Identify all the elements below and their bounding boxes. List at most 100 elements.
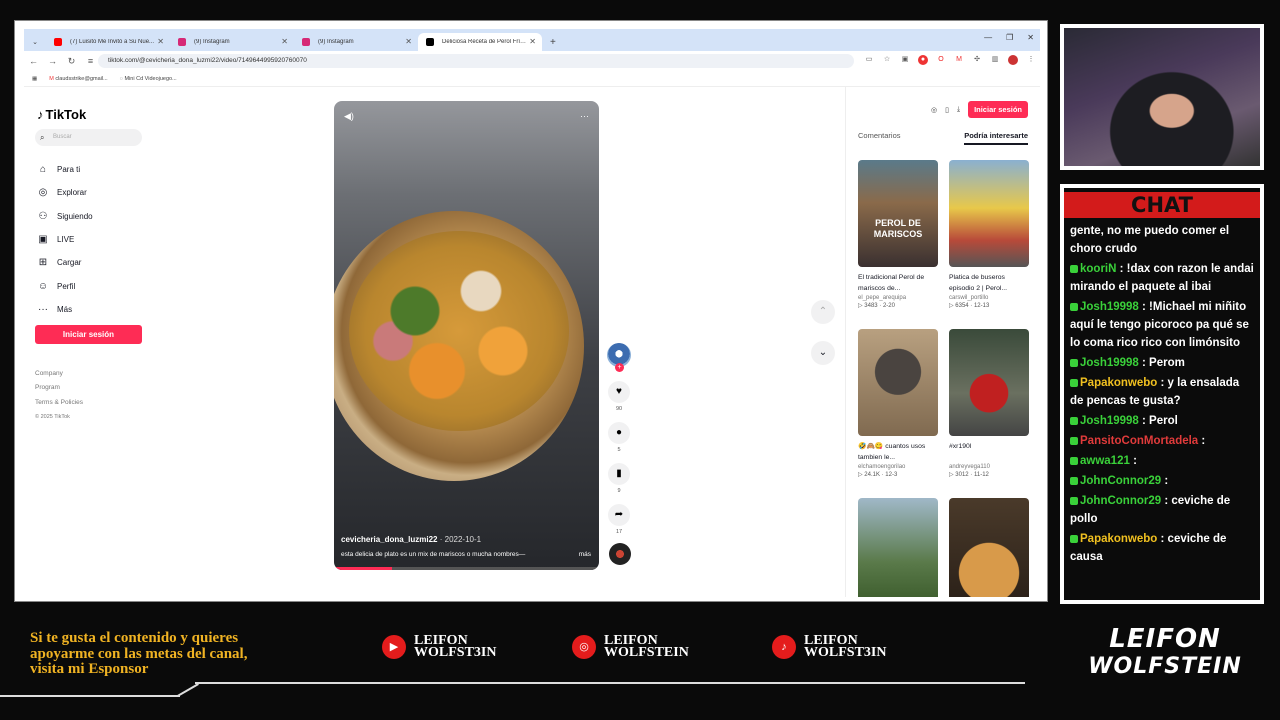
- tiktok-logo[interactable]: ♪ TikTok: [37, 107, 86, 122]
- sidebar-item-explorar[interactable]: ◎ Explorar: [37, 181, 93, 204]
- footer-link-program[interactable]: Program: [35, 381, 83, 395]
- mute-icon[interactable]: ◀): [344, 111, 354, 122]
- bookmark-item[interactable]: M claudsstrike@gmail...: [49, 76, 107, 82]
- share-action[interactable]: ➦ 17: [607, 504, 631, 535]
- video-card[interactable]: 🤣🙈😋 cuantos usos tambien le... elchamoen…: [858, 329, 938, 478]
- browser-tab[interactable]: (9) Instagram ✕: [170, 33, 294, 51]
- browser-tab-active[interactable]: Deliciosa Receta de Perol Frío c... ✕: [418, 33, 542, 51]
- card-views: ▷ 6354 · 12-13: [949, 303, 990, 309]
- download-icon[interactable]: ⤓: [957, 106, 960, 114]
- login-button-top[interactable]: Iniciar sesión: [968, 101, 1028, 118]
- star-icon[interactable]: ☆: [882, 55, 892, 65]
- url-bar[interactable]: tiktok.com/@cevicheria_dona_luzmi22/vide…: [98, 54, 854, 68]
- more-link[interactable]: más: [579, 551, 591, 558]
- menu-icon[interactable]: ⋮: [1026, 55, 1036, 65]
- video-more-icon[interactable]: ···: [580, 111, 589, 122]
- badge-icon: [1070, 476, 1078, 485]
- extension-icon[interactable]: ▣: [900, 55, 910, 65]
- footer-link-terms[interactable]: Terms & Policies: [35, 396, 83, 410]
- tab-list-icon[interactable]: ⌄: [24, 33, 46, 51]
- badge-icon: [1070, 264, 1078, 273]
- opera-icon[interactable]: O: [936, 55, 946, 65]
- login-button[interactable]: Iniciar sesión: [35, 325, 142, 344]
- close-tab-icon[interactable]: ✕: [157, 37, 164, 46]
- bookmark-item[interactable]: ◌ Mini Cd Videojuego...: [120, 76, 177, 82]
- profile-icon: ☺: [37, 280, 49, 292]
- next-video-button[interactable]: ⌄: [811, 341, 835, 365]
- chat-text: : Perol: [1138, 415, 1178, 427]
- video-thumbnail: [949, 498, 1029, 597]
- video-card[interactable]: Platica de buseros episodio 2 | Perol...…: [949, 160, 1029, 309]
- sidebar-item-mas[interactable]: ··· Más: [37, 298, 93, 321]
- follow-plus-icon[interactable]: +: [615, 363, 624, 372]
- instagram-favicon-icon: [178, 38, 186, 46]
- creator-avatar[interactable]: +: [607, 343, 631, 372]
- like-action[interactable]: ♥ 90: [607, 381, 631, 412]
- video-card[interactable]: [949, 498, 1029, 597]
- sidebar-item-cargar[interactable]: ⊞ Cargar: [37, 251, 93, 274]
- sidebar-icon[interactable]: ▥: [990, 55, 1000, 65]
- extension-icon[interactable]: ●: [918, 55, 928, 65]
- minimize-icon[interactable]: —: [984, 33, 992, 42]
- video-player[interactable]: ◀) ··· cevicheria_dona_luzmi22 · 2022-10…: [334, 101, 599, 570]
- video-description: esta delicia de plato es un mix de maris…: [341, 551, 526, 558]
- comment-count: 5: [617, 447, 621, 453]
- tab-comentarios[interactable]: Comentarios: [858, 131, 901, 145]
- save-action[interactable]: ▮ 9: [607, 463, 631, 494]
- chat-username: PansitoConMortadela: [1080, 435, 1199, 447]
- forward-icon[interactable]: →: [43, 56, 62, 66]
- sidebar-item-perfil[interactable]: ☺ Perfil: [37, 274, 93, 297]
- card-author[interactable]: elchamoengorilao: [858, 464, 938, 470]
- video-date: · 2022-10-1: [439, 535, 482, 544]
- footer-link-company[interactable]: Company: [35, 367, 83, 381]
- card-author[interactable]: el_pepe_arequipa: [858, 295, 938, 301]
- video-card[interactable]: #xr190l andreyvega110 ▷ 3012 · 11-12: [949, 329, 1029, 478]
- video-progress-bar[interactable]: [334, 567, 599, 570]
- chat-username: awwa121: [1080, 455, 1130, 467]
- compass-icon[interactable]: ◎: [931, 106, 937, 114]
- music-disc-icon[interactable]: [609, 543, 631, 565]
- home-icon: ⌂: [39, 164, 47, 176]
- copyright: © 2025 TikTok: [35, 413, 70, 420]
- gmail-icon[interactable]: M: [954, 55, 964, 65]
- cast-icon[interactable]: ▭: [864, 55, 874, 65]
- comment-action[interactable]: ● 5: [607, 422, 631, 453]
- divider-line: [195, 682, 1025, 684]
- close-tab-icon[interactable]: ✕: [405, 37, 412, 46]
- video-author[interactable]: cevicheria_dona_luzmi22: [341, 535, 438, 544]
- chat-message: PansitoConMortadela :: [1070, 432, 1254, 450]
- reload-icon[interactable]: ↻: [62, 56, 81, 67]
- badge-icon: [1070, 416, 1078, 425]
- browser-tab[interactable]: (7) Luisito Me Invitó a Su Nue... ✕: [46, 33, 170, 51]
- search-input[interactable]: ⌕ Buscar: [35, 129, 142, 146]
- new-tab-button[interactable]: +: [542, 37, 564, 51]
- puzzle-icon[interactable]: ✣: [972, 55, 982, 65]
- social-tiktok: ♪ LEIFON WOLFST3IN: [772, 634, 886, 660]
- card-author[interactable]: carswil_portillo: [949, 295, 1029, 301]
- share-count: 17: [615, 529, 623, 535]
- sidebar-item-live[interactable]: ▣ LIVE: [37, 228, 93, 251]
- chat-text: :: [1161, 475, 1169, 487]
- chat-header: CHAT: [1064, 188, 1260, 222]
- video-card[interactable]: PEROL DE MARISCOS El tradicional Perol d…: [858, 160, 938, 309]
- restore-icon[interactable]: ❐: [1006, 33, 1013, 42]
- browser-tab[interactable]: (9) Instagram ✕: [294, 33, 418, 51]
- video-card[interactable]: [858, 498, 938, 597]
- like-count: 90: [615, 406, 623, 412]
- tab-podria-interesarte[interactable]: Podría interesarte: [964, 131, 1028, 145]
- share-icon: ➦: [608, 504, 630, 526]
- back-icon[interactable]: ←: [24, 56, 43, 66]
- close-window-icon[interactable]: ✕: [1027, 33, 1034, 42]
- video-thumbnail: PEROL DE MARISCOS: [858, 160, 938, 267]
- sidebar-item-para-ti[interactable]: ⌂ Para ti: [37, 158, 93, 181]
- badge-icon: [1070, 358, 1078, 367]
- sidebar-item-siguiendo[interactable]: ⚇ Siguiendo: [37, 205, 93, 228]
- close-tab-icon[interactable]: ✕: [281, 37, 288, 46]
- apps-icon[interactable]: ▦: [32, 76, 37, 82]
- device-icon[interactable]: ▯: [945, 106, 949, 114]
- card-author[interactable]: andreyvega110: [949, 464, 1029, 470]
- profile-icon[interactable]: [1008, 55, 1018, 65]
- close-tab-icon[interactable]: ✕: [529, 37, 536, 46]
- previous-video-button[interactable]: ⌃: [811, 300, 835, 324]
- video-thumbnail: [949, 160, 1029, 267]
